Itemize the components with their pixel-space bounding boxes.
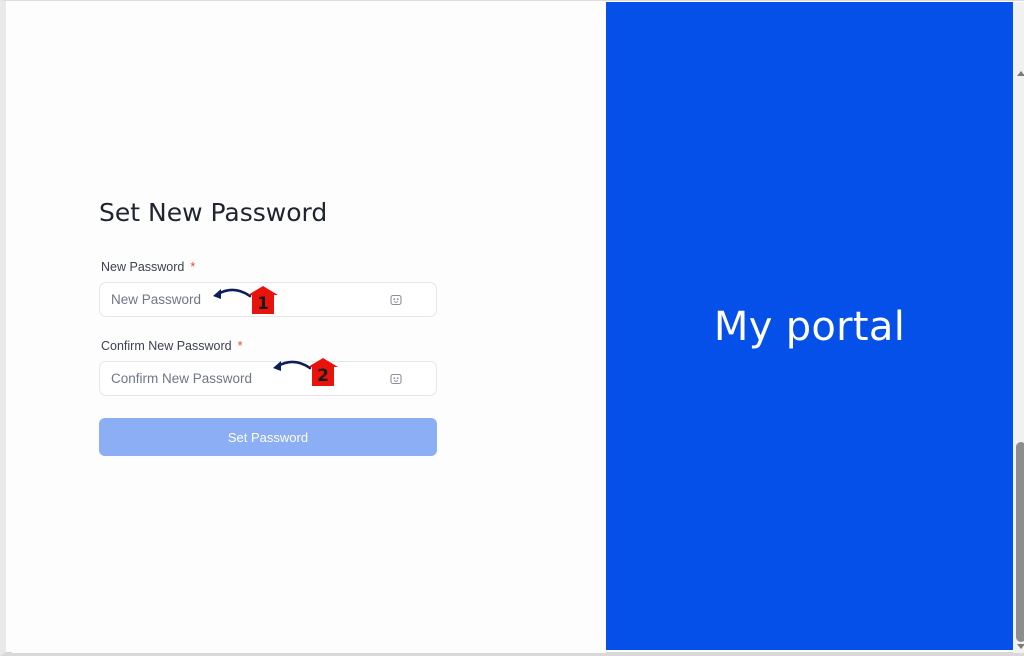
confirm-password-label: Confirm New Password * (101, 339, 242, 353)
required-asterisk: * (237, 339, 243, 353)
brand-panel: My portal (606, 2, 1013, 650)
required-asterisk: * (190, 260, 196, 274)
page-title: Set New Password (99, 198, 328, 227)
annotation-1: 1 (210, 285, 290, 321)
annotation-2: 2 (270, 357, 350, 393)
scroll-thumb[interactable] (1016, 442, 1024, 642)
annotation-badge-1: 1 (246, 285, 280, 315)
annotation-badge-2: 2 (306, 357, 340, 387)
scroll-down-icon[interactable] (1017, 644, 1024, 649)
annotation-number-2: 2 (317, 366, 329, 386)
set-password-button[interactable]: Set Password (99, 418, 437, 456)
confirm-password-field[interactable] (99, 361, 437, 396)
vertical-scrollbar[interactable] (1013, 2, 1024, 653)
browser-window: Set New Password New Password * 1 Confir… (0, 0, 1024, 656)
new-password-label-text: New Password (101, 260, 185, 274)
annotation-number-1: 1 (257, 294, 269, 314)
scroll-up-icon[interactable] (1017, 71, 1024, 76)
confirm-password-label-text: Confirm New Password (101, 339, 232, 353)
brand-text: My portal (713, 304, 906, 350)
eye-toggle-icon[interactable] (390, 373, 402, 385)
new-password-label: New Password * (101, 260, 195, 274)
eye-toggle-icon[interactable] (390, 294, 402, 306)
form-pane: Set New Password New Password * 1 Confir… (12, 2, 606, 653)
